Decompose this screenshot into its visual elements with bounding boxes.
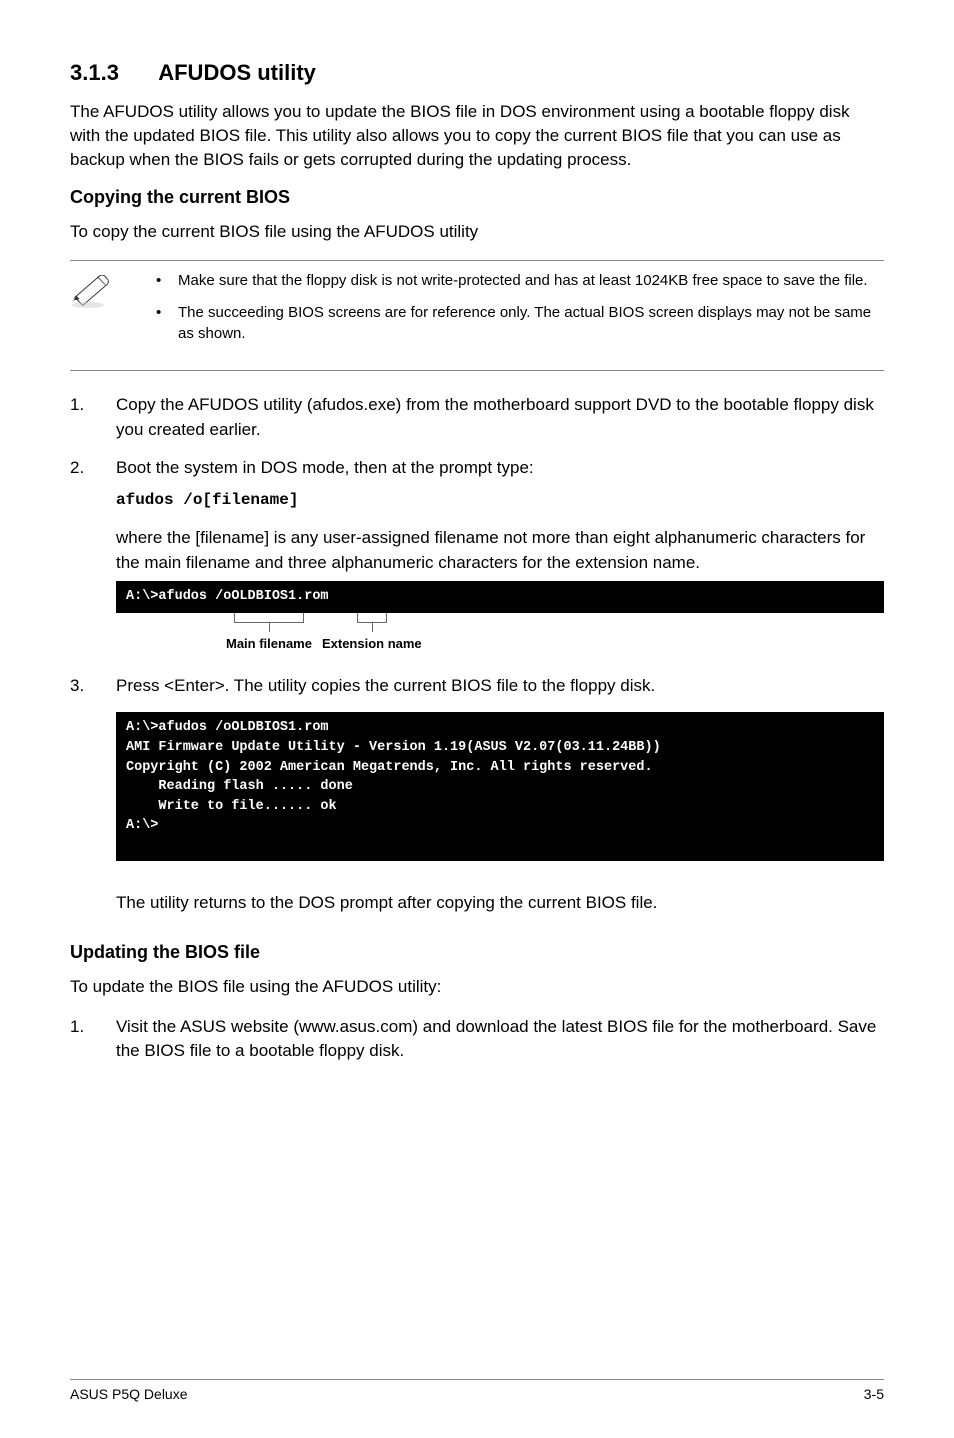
footer-left: ASUS P5Q Deluxe bbox=[70, 1386, 188, 1402]
step-explain: where the [filename] is any user-assigne… bbox=[116, 526, 884, 575]
terminal-output: A:\>afudos /oOLDBIOS1.rom AMI Firmware U… bbox=[116, 712, 884, 861]
section-heading: 3.1.3 AFUDOS utility bbox=[70, 60, 884, 86]
step-item: Copy the AFUDOS utility (afudos.exe) fro… bbox=[70, 393, 884, 442]
copying-heading: Copying the current BIOS bbox=[70, 187, 884, 208]
step-text: Boot the system in DOS mode, then at the… bbox=[116, 458, 534, 477]
step-text: Copy the AFUDOS utility (afudos.exe) fro… bbox=[116, 395, 874, 439]
footer-page-number: 3-5 bbox=[864, 1386, 884, 1402]
after-terminal-text: The utility returns to the DOS prompt af… bbox=[70, 891, 884, 916]
intro-paragraph: The AFUDOS utility allows you to update … bbox=[70, 100, 884, 171]
code-command: afudos /o[filename] bbox=[116, 489, 884, 512]
note-item: The succeeding BIOS screens are for refe… bbox=[150, 303, 884, 344]
copying-steps-list: Copy the AFUDOS utility (afudos.exe) fro… bbox=[70, 393, 884, 698]
updating-heading: Updating the BIOS file bbox=[70, 942, 884, 963]
step-item: Boot the system in DOS mode, then at the… bbox=[70, 456, 884, 654]
section-number: 3.1.3 bbox=[70, 60, 119, 86]
page-footer: ASUS P5Q Deluxe 3-5 bbox=[70, 1379, 884, 1402]
step-text: Visit the ASUS website (www.asus.com) an… bbox=[116, 1017, 876, 1061]
filename-annotation: Main filename Extension name bbox=[116, 619, 884, 654]
step-text: Press <Enter>. The utility copies the cu… bbox=[116, 676, 655, 695]
step-item: Press <Enter>. The utility copies the cu… bbox=[70, 674, 884, 699]
annotation-main-label: Main filename bbox=[226, 635, 312, 654]
copying-lead: To copy the current BIOS file using the … bbox=[70, 220, 884, 244]
annotation-ext-label: Extension name bbox=[322, 635, 422, 654]
terminal-output: A:\>afudos /oOLDBIOS1.rom bbox=[116, 581, 884, 613]
step-item: Visit the ASUS website (www.asus.com) an… bbox=[70, 1015, 884, 1064]
updating-steps-list: Visit the ASUS website (www.asus.com) an… bbox=[70, 1015, 884, 1064]
note-box: Make sure that the floppy disk is not wr… bbox=[70, 260, 884, 371]
pencil-note-icon bbox=[70, 271, 120, 316]
note-item: Make sure that the floppy disk is not wr… bbox=[150, 271, 884, 291]
updating-lead: To update the BIOS file using the AFUDOS… bbox=[70, 975, 884, 999]
section-title: AFUDOS utility bbox=[158, 60, 316, 85]
note-content: Make sure that the floppy disk is not wr… bbox=[150, 271, 884, 356]
